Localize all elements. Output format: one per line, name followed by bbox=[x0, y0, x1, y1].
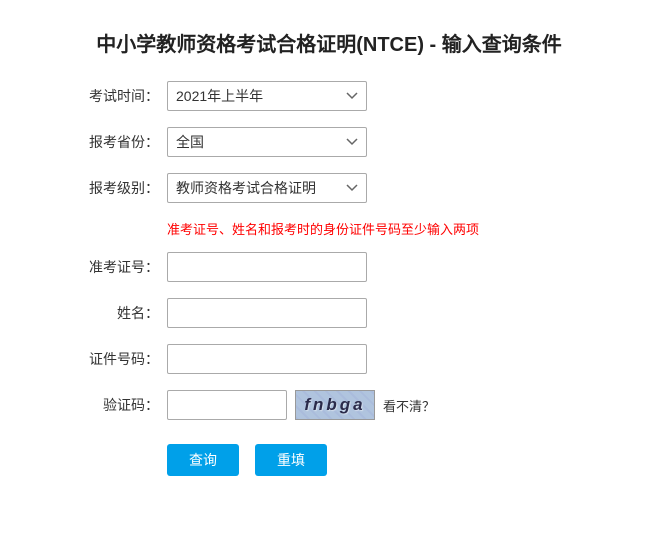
captcha-refresh-link[interactable]: 看不清？ bbox=[383, 396, 435, 415]
reset-button[interactable]: 重填 bbox=[255, 444, 327, 476]
id-label: 证件号码 bbox=[69, 349, 159, 369]
province-label: 报考省份 bbox=[69, 132, 159, 152]
ticket-row: 准考证号 bbox=[69, 252, 589, 282]
province-select[interactable]: 全国 北京 上海 广东 bbox=[167, 127, 367, 157]
level-label: 报考级别 bbox=[69, 178, 159, 198]
level-select[interactable]: 教师资格考试合格证明 中学 小学 幼儿园 bbox=[167, 173, 367, 203]
form-container: 考试时间 2021年上半年 2021年下半年 2020年上半年 2020年下半年… bbox=[69, 81, 589, 476]
exam-time-label: 考试时间 bbox=[69, 86, 159, 106]
page-title: 中小学教师资格考试合格证明(NTCE) - 输入查询条件 bbox=[76, 28, 582, 57]
captcha-image[interactable]: fnbga bbox=[295, 390, 375, 420]
button-row: 查询 重填 bbox=[167, 444, 589, 476]
ticket-input[interactable] bbox=[167, 252, 367, 282]
id-row: 证件号码 bbox=[69, 344, 589, 374]
ticket-label: 准考证号 bbox=[69, 257, 159, 277]
name-row: 姓名 bbox=[69, 298, 589, 328]
exam-time-row: 考试时间 2021年上半年 2021年下半年 2020年上半年 2020年下半年 bbox=[69, 81, 589, 111]
captcha-text: fnbga bbox=[304, 395, 365, 415]
province-row: 报考省份 全国 北京 上海 广东 bbox=[69, 127, 589, 157]
error-message: 准考证号、姓名和报考时的身份证件号码至少输入两项 bbox=[167, 219, 589, 238]
name-label: 姓名 bbox=[69, 303, 159, 323]
id-input[interactable] bbox=[167, 344, 367, 374]
captcha-input[interactable] bbox=[167, 390, 287, 420]
captcha-label: 验证码 bbox=[69, 395, 159, 415]
level-row: 报考级别 教师资格考试合格证明 中学 小学 幼儿园 bbox=[69, 173, 589, 203]
name-input[interactable] bbox=[167, 298, 367, 328]
query-button[interactable]: 查询 bbox=[167, 444, 239, 476]
captcha-row: 验证码 fnbga 看不清？ bbox=[69, 390, 589, 420]
exam-time-select[interactable]: 2021年上半年 2021年下半年 2020年上半年 2020年下半年 bbox=[167, 81, 367, 111]
